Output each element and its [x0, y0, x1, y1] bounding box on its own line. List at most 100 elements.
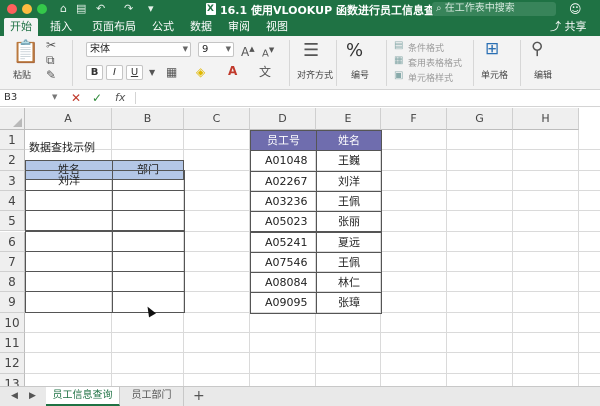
- tab-formulas[interactable]: 公式: [148, 18, 178, 36]
- phonetic-icon[interactable]: 文: [259, 66, 271, 78]
- cell-A8[interactable]: [25, 271, 113, 293]
- bold-button[interactable]: B: [86, 65, 103, 80]
- font-color-icon[interactable]: A: [228, 65, 237, 77]
- column-header-C[interactable]: C: [184, 108, 250, 130]
- format-painter-icon[interactable]: ✎: [46, 69, 56, 81]
- cell-B4[interactable]: [112, 189, 185, 212]
- employee-name-cell[interactable]: 夏远: [316, 231, 382, 253]
- row-header-12[interactable]: 12: [0, 353, 25, 374]
- next-sheet-icon[interactable]: ▶: [29, 389, 36, 403]
- tab-insert[interactable]: 插入: [46, 18, 76, 36]
- prev-sheet-icon[interactable]: ◀: [11, 389, 18, 403]
- sheet-search-input[interactable]: ⌕ 在工作表中搜索: [432, 2, 556, 16]
- sheet-tab-employee-lookup[interactable]: 员工信息查询: [46, 387, 120, 406]
- formula-input[interactable]: [140, 91, 595, 105]
- align-icon[interactable]: ☰: [303, 42, 319, 60]
- font-name-select[interactable]: 宋体 ▼: [86, 42, 191, 57]
- row-header-1[interactable]: 1: [0, 130, 25, 151]
- save-icon[interactable]: ▤: [76, 1, 86, 17]
- row-header-9[interactable]: 9: [0, 292, 25, 313]
- employee-id-cell[interactable]: A07546: [250, 251, 317, 274]
- employee-name-cell[interactable]: 张丽: [316, 211, 382, 233]
- cell-A3[interactable]: 刘洋: [25, 169, 113, 191]
- confirm-icon[interactable]: ✓: [92, 90, 102, 106]
- employee-name-cell[interactable]: 王巍: [316, 150, 382, 172]
- cell-B3[interactable]: [112, 169, 185, 191]
- borders-icon[interactable]: ▦: [166, 66, 177, 78]
- employee-id-cell[interactable]: A09095: [250, 292, 317, 314]
- redo-icon[interactable]: ↷: [124, 1, 133, 17]
- grow-font-icon[interactable]: A▲: [241, 43, 255, 58]
- employee-name-cell[interactable]: 王佩: [316, 190, 382, 213]
- underline-button[interactable]: U: [126, 65, 143, 80]
- share-button[interactable]: ⤴ 共享: [550, 18, 587, 36]
- employee-id-cell[interactable]: A05023: [250, 211, 317, 233]
- cells-icon[interactable]: ⊞: [485, 41, 499, 58]
- row-header-5[interactable]: 5: [0, 211, 25, 232]
- undo-icon[interactable]: ↶: [96, 1, 105, 17]
- cell-A4[interactable]: [25, 189, 113, 212]
- home-icon[interactable]: ⌂: [60, 1, 67, 17]
- worksheet-grid[interactable]: ABCDEFGH 1 2 3 4 5 6 7 8 9 10 11 12 13 数据查找示例 姓名 部门 …: [0, 108, 600, 386]
- employee-name-cell[interactable]: 王佩: [316, 251, 382, 274]
- row-header-11[interactable]: 11: [0, 333, 25, 354]
- column-header-H[interactable]: H: [513, 108, 579, 130]
- cell-A1[interactable]: 数据查找示例: [29, 138, 149, 158]
- cut-icon[interactable]: ✂: [46, 39, 56, 51]
- employee-name-cell[interactable]: 刘洋: [316, 170, 382, 192]
- insert-function-icon[interactable]: fx: [115, 90, 125, 106]
- employee-name-cell[interactable]: 张璋: [316, 292, 382, 314]
- zoom-window-button[interactable]: [37, 4, 47, 14]
- column-header-F[interactable]: F: [381, 108, 447, 130]
- chevron-down-icon[interactable]: ▼: [52, 93, 57, 101]
- search-icon[interactable]: ⚲: [531, 41, 543, 58]
- shrink-font-icon[interactable]: A▼: [262, 44, 274, 60]
- cell-A9[interactable]: [25, 291, 113, 313]
- select-all-corner[interactable]: [0, 108, 25, 130]
- employee-id-cell[interactable]: A02267: [250, 170, 317, 192]
- copy-icon[interactable]: ⧉: [46, 54, 55, 66]
- minimize-window-button[interactable]: [22, 4, 32, 14]
- sheet-tab-employee-department[interactable]: 员工部门: [120, 387, 184, 406]
- cell-B7[interactable]: [112, 250, 185, 273]
- employee-id-cell[interactable]: A08084: [250, 272, 317, 294]
- percent-icon[interactable]: %: [346, 42, 363, 60]
- font-size-select[interactable]: 9 ▼: [198, 42, 234, 57]
- employee-table-header[interactable]: 姓名: [316, 130, 382, 152]
- row-header-3[interactable]: 3: [0, 170, 25, 191]
- paste-icon[interactable]: 📋: [12, 42, 39, 64]
- column-header-E[interactable]: E: [316, 108, 381, 130]
- cell-B6[interactable]: [112, 230, 185, 252]
- fill-color-icon[interactable]: ◈: [196, 66, 205, 78]
- row-header-13[interactable]: 13: [0, 373, 25, 386]
- cell-B5[interactable]: [112, 210, 185, 232]
- tab-page-layout[interactable]: 页面布局: [86, 18, 142, 36]
- close-window-button[interactable]: [7, 4, 17, 14]
- more-icon[interactable]: ▾: [148, 1, 154, 17]
- chevron-down-icon[interactable]: ▼: [149, 67, 155, 79]
- column-header-A[interactable]: A: [25, 108, 112, 130]
- cell-A5[interactable]: [25, 210, 113, 232]
- cell-style-button[interactable]: 单元格样式: [408, 71, 453, 84]
- employee-name-cell[interactable]: 林仁: [316, 272, 382, 294]
- row-header-2[interactable]: 2: [0, 150, 25, 171]
- tab-data[interactable]: 数据: [186, 18, 216, 36]
- name-box[interactable]: B3: [4, 91, 59, 105]
- feedback-smiley-icon[interactable]: ☺: [569, 2, 582, 16]
- employee-id-cell[interactable]: A05241: [250, 231, 317, 253]
- add-sheet-button[interactable]: +: [193, 387, 205, 405]
- employee-id-cell[interactable]: A03236: [250, 190, 317, 213]
- column-header-B[interactable]: B: [112, 108, 184, 130]
- table-format-button[interactable]: 套用表格格式: [408, 56, 462, 69]
- conditional-format-button[interactable]: 条件格式: [408, 41, 444, 54]
- employee-id-cell[interactable]: A01048: [250, 150, 317, 172]
- italic-button[interactable]: I: [106, 65, 123, 80]
- employee-table-header[interactable]: 员工号: [250, 130, 317, 152]
- column-header-D[interactable]: D: [250, 108, 316, 130]
- cell-A6[interactable]: [25, 230, 113, 252]
- column-header-G[interactable]: G: [447, 108, 513, 130]
- tab-review[interactable]: 审阅: [224, 18, 254, 36]
- row-header-7[interactable]: 7: [0, 251, 25, 273]
- row-header-8[interactable]: 8: [0, 272, 25, 293]
- tab-home[interactable]: 开始: [4, 18, 38, 36]
